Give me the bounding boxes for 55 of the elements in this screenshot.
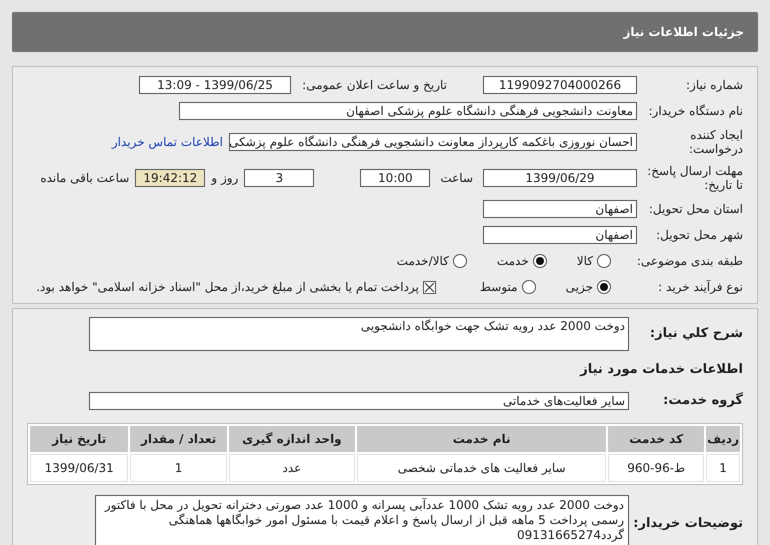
need-number-field: 1199092704000266 xyxy=(483,76,637,94)
radio-button[interactable] xyxy=(597,280,611,294)
field-label: گروه خدمت: xyxy=(662,394,743,408)
radio-button[interactable] xyxy=(522,280,536,294)
field-label: مهلت ارسال پاسخ: تا تاریخ: xyxy=(646,164,743,192)
table-cell: 1 xyxy=(130,454,227,482)
field-label: روز و xyxy=(211,171,238,185)
radio-button[interactable] xyxy=(597,254,611,268)
checkbox-label: پرداخت تمام یا بخشی از مبلغ خرید،از محل "اسناد خزانه اسلامی" خواهد بود. xyxy=(36,280,419,294)
table-cell: عدد xyxy=(228,454,356,482)
section-heading: اطلاعات خدمات مورد نیاز xyxy=(580,362,743,376)
field-label: تاریخ و ساعت اعلان عمومی: xyxy=(301,78,447,92)
radio-label: خدمت xyxy=(496,254,529,268)
field-label: طبقه بندی موضوعی: xyxy=(636,254,743,268)
field-label: نام دستگاه خریدار: xyxy=(648,104,743,118)
field-label: شهر محل تحویل: xyxy=(655,228,743,242)
radio-button[interactable] xyxy=(532,254,547,268)
requester-field: احسان نوروزی باغکمه کارپرداز معاونت دانشجویی فرهنگی دانشگاه علوم پزشکی xyxy=(229,133,637,151)
field-label: شرح كلي نياز: xyxy=(648,327,743,341)
radio-button[interactable] xyxy=(452,254,467,268)
field-label: نوع فرآیند خرید : xyxy=(657,280,743,294)
field-label: ساعت باقی مانده xyxy=(40,171,130,185)
buyer-org-field: معاونت دانشجویی فرهنگی دانشگاه علوم پزشکی اصفهان xyxy=(179,102,637,120)
checkbox[interactable] xyxy=(422,280,436,294)
buyer-notes-field: دوخت 2000 عدد رویه تشک 1000 عددآبی پسرانه و 1000 عدد صورتی دخترانه تحویل در محل با فاکتور رسمی پرداخت 5 ماهه قبل از ارسال پاسخ و اعلام قیمت با مسئول امور خوابگاهها هماهنگی گردد09131665274 xyxy=(95,495,629,545)
column-header: واحد اندازه گیری xyxy=(228,426,356,452)
city-field: اصفهان xyxy=(483,226,637,244)
table-cell: 1 xyxy=(706,454,740,482)
radio-label: جزیی xyxy=(566,280,593,294)
page-header: جزئیات اطلاعات نیاز xyxy=(12,12,758,52)
table-cell: سایر فعالیت های خدماتی شخصی xyxy=(357,454,606,482)
days-field: 3 xyxy=(244,169,314,187)
column-header: تعداد / مقدار xyxy=(130,426,227,452)
deadline-date-field: 1399/06/29 xyxy=(483,169,637,187)
field-label: ساعت xyxy=(440,171,473,185)
column-header: ردیف xyxy=(706,426,740,452)
column-header: نام خدمت xyxy=(357,426,606,452)
field-label: ایجاد کننده درخواست: xyxy=(688,128,743,156)
radio-label: متوسط xyxy=(480,280,518,294)
remaining-time-field: 19:42:12 xyxy=(135,169,206,187)
column-header: کد خدمت xyxy=(608,426,704,452)
column-header: تاریخ نیاز xyxy=(30,426,128,452)
field-label: توضیحات خریدار: xyxy=(635,517,743,531)
announce-date-field: 1399/06/25 - 13:09 xyxy=(139,76,291,94)
radio-label: کالا/خدمت xyxy=(396,254,449,268)
field-label: استان محل تحویل: xyxy=(648,202,743,216)
service-group-field: سایر فعالیت‌های خدماتی xyxy=(89,392,629,410)
field-label: شماره نیاز: xyxy=(685,78,743,92)
deadline-time-field: 10:00 xyxy=(360,169,430,187)
buyer-contact-link[interactable]: اطلاعات تماس خریدار xyxy=(112,135,223,149)
radio-label: کالا xyxy=(576,254,593,268)
province-field: اصفهان xyxy=(483,200,637,218)
summary-field: دوخت 2000 عدد رویه تشک جهت خوابگاه دانشجویی xyxy=(89,317,629,351)
table-cell: ط-96-960 xyxy=(608,454,704,482)
table-cell: 1399/06/31 xyxy=(30,454,128,482)
